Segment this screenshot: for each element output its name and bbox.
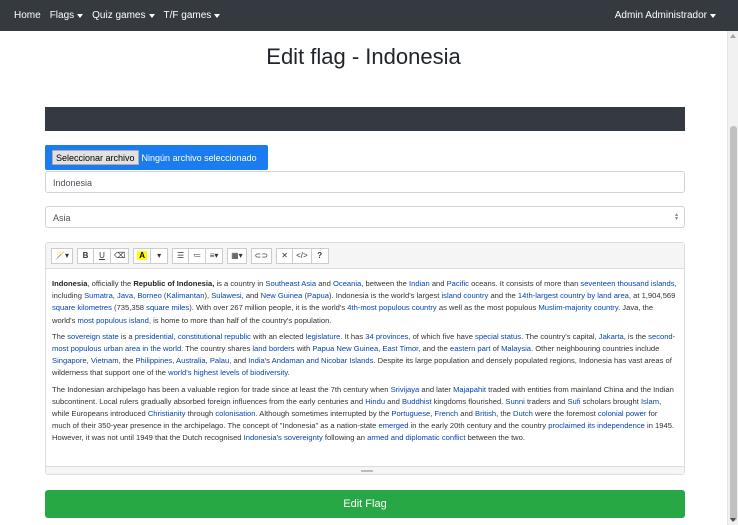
resize-grip-icon [361, 470, 373, 472]
nav-quiz-games-dropdown[interactable]: Quiz games [92, 10, 155, 21]
help-label: ? [317, 251, 323, 260]
description-editor[interactable]: 🪄▾ B U ⌫ A ▾ ☰ ≔ ≡▾ ▦▾ ⊂⊃ ✕ </> ? Indone… [45, 242, 685, 475]
file-input[interactable]: Seleccionar archivo Ningún archivo selec… [45, 145, 268, 170]
caret-down-icon [148, 13, 155, 18]
editor-resize-handle[interactable] [46, 466, 684, 474]
user-menu-dropdown[interactable]: Admin Administrador [615, 10, 716, 21]
nav-tf-games-dropdown[interactable]: T/F games [164, 10, 221, 21]
caret-down-icon [214, 13, 221, 18]
select-arrows-icon: ▴ ▾ [674, 212, 678, 222]
user-name: Admin Administrador [614, 10, 707, 21]
navbar: Home Flags Quiz games T/F games Admin Ad… [0, 0, 738, 31]
select-file-button[interactable]: Seleccionar archivo [52, 150, 139, 165]
fullscreen-icon[interactable]: ✕ [276, 247, 294, 264]
continent-select-value: Asia [53, 213, 71, 223]
scroll-up-icon[interactable] [730, 34, 736, 38]
nav-flags-label: Flags [49, 10, 75, 21]
editor-toolbar: 🪄▾ B U ⌫ A ▾ ☰ ≔ ≡▾ ▦▾ ⊂⊃ ✕ </> ? [46, 243, 684, 269]
file-status: Ningún archivo seleccionado [141, 152, 257, 163]
unordered-list-icon[interactable]: ☰ [172, 247, 190, 264]
page-title: Edit flag - Indonesia [266, 44, 461, 69]
magic-icon[interactable]: 🪄▾ [51, 247, 73, 264]
align-icon[interactable]: ≡▾ [206, 247, 224, 264]
color-label: A [137, 251, 148, 260]
table-icon[interactable]: ▦▾ [227, 247, 247, 264]
code-view-button[interactable]: </> [293, 247, 312, 264]
nav-tf-games-label: T/F games [163, 10, 212, 21]
ordered-list-icon[interactable]: ≔ [189, 247, 207, 264]
nav-quiz-games-label: Quiz games [92, 10, 146, 21]
name-input[interactable]: Indonesia [45, 171, 685, 193]
caret-down-icon [710, 13, 716, 18]
color-dropdown-icon[interactable]: ▾ [151, 247, 169, 264]
editor-content[interactable]: Indonesia, officially the Republic of In… [46, 269, 684, 465]
eraser-icon[interactable]: ⌫ [110, 247, 130, 264]
help-button[interactable]: ? [311, 247, 329, 264]
underline-label: U [99, 251, 105, 260]
caret-down-icon [77, 13, 84, 18]
nav-home-link[interactable]: Home [14, 10, 41, 21]
scroll-down-icon[interactable] [730, 518, 736, 522]
paragraph-1: Indonesia, officially the Republic of In… [52, 279, 677, 325]
nav-flags-dropdown[interactable]: Flags [49, 10, 84, 21]
underline-button[interactable]: U [93, 247, 111, 264]
bold-label: B [82, 251, 89, 260]
bold-button[interactable]: B [76, 247, 94, 264]
edit-flag-button[interactable]: Edit Flag [45, 490, 685, 518]
flag-image-preview [45, 107, 685, 131]
paragraph-2: The sovereign state is a presidential, c… [52, 331, 676, 378]
scrollbar-thumb[interactable] [730, 126, 737, 521]
color-button[interactable]: A [133, 247, 152, 264]
link-icon[interactable]: ⊂⊃ [250, 247, 273, 264]
page-scrollbar[interactable] [727, 31, 738, 525]
continent-select[interactable]: Asia ▴ ▾ [45, 206, 685, 228]
paragraph-3: The Indonesian archipelago has been a va… [52, 384, 675, 443]
